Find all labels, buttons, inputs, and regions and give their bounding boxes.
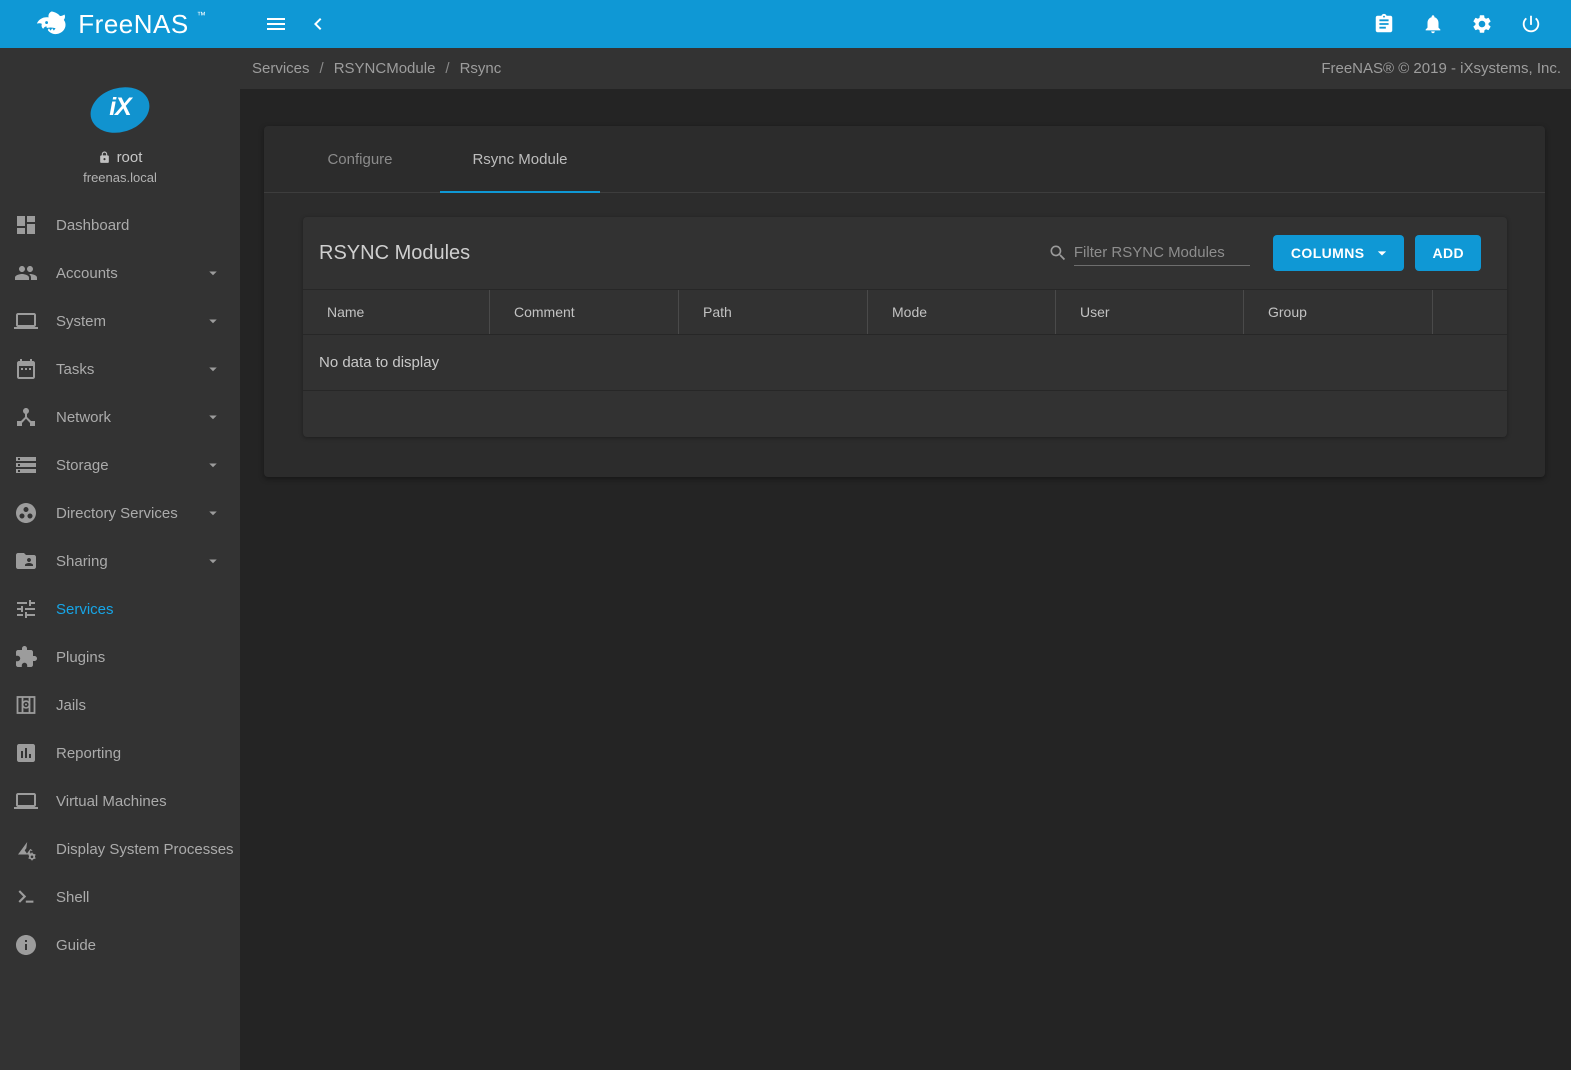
sidebar-item-accounts[interactable]: Accounts: [0, 249, 240, 297]
topbar: FreeNAS ™: [0, 0, 1571, 48]
table-empty-row: No data to display: [303, 335, 1507, 391]
lock-icon: [98, 151, 111, 164]
sidebar-item-storage[interactable]: Storage: [0, 441, 240, 489]
notifications-icon: [1422, 13, 1444, 35]
services-icon: [14, 597, 38, 621]
display-system-processes-icon: [14, 837, 38, 861]
calendar-icon: [14, 357, 38, 381]
user-name: root: [117, 149, 143, 166]
sidebar-item-jails[interactable]: Jails: [0, 681, 240, 729]
brand-text: FreeNAS: [78, 9, 188, 40]
column-header-actions: [1433, 290, 1507, 334]
chevron-down-icon: [204, 552, 222, 570]
breadcrumb-item-rsyncmodule[interactable]: RSYNCModule: [334, 60, 436, 77]
sidebar-item-system[interactable]: System: [0, 297, 240, 345]
settings-button[interactable]: [1470, 12, 1494, 36]
jails-icon: [14, 693, 38, 717]
sidebar-item-display-system-processes[interactable]: Display System Processes: [0, 825, 240, 873]
reporting-icon: [14, 741, 38, 765]
breadcrumb-bar: Services / RSYNCModule / Rsync FreeNAS® © 20…: [240, 48, 1571, 89]
sidebar-item-tasks[interactable]: Tasks: [0, 345, 240, 393]
sidebar-item-guide[interactable]: Guide: [0, 921, 240, 969]
sidebar-item-reporting[interactable]: Reporting: [0, 729, 240, 777]
dashboard-icon: [14, 213, 38, 237]
column-header-comment[interactable]: Comment: [490, 290, 679, 334]
freenas-logo[interactable]: FreeNAS ™: [0, 0, 240, 48]
menu-icon: [264, 12, 288, 36]
power-button[interactable]: [1519, 12, 1543, 36]
accounts-icon: [14, 261, 38, 285]
chevron-down-icon: [204, 456, 222, 474]
breadcrumb-separator: /: [320, 60, 324, 77]
chevron-left-icon: [306, 12, 330, 36]
power-icon: [1520, 13, 1542, 35]
system-icon: [14, 309, 38, 333]
sidebar-item-services[interactable]: Services: [0, 585, 240, 633]
directory-services-icon: [14, 501, 38, 525]
table-header-row: Name Comment Path Mode User Group: [303, 290, 1507, 335]
chevron-down-icon: [204, 360, 222, 378]
guide-icon: [14, 933, 38, 957]
empty-message: No data to display: [319, 354, 439, 371]
notifications-button[interactable]: [1421, 12, 1445, 36]
columns-button[interactable]: COLUMNS: [1273, 235, 1405, 271]
sidebar-item-shell[interactable]: Shell: [0, 873, 240, 921]
sidebar-item-sharing[interactable]: Sharing: [0, 537, 240, 585]
column-header-user[interactable]: User: [1056, 290, 1244, 334]
breadcrumb-item-rsync: Rsync: [460, 60, 502, 77]
breadcrumb-separator: /: [445, 60, 449, 77]
shell-icon: [14, 885, 38, 909]
chevron-down-icon: [204, 504, 222, 522]
sidebar-item-plugins[interactable]: Plugins: [0, 633, 240, 681]
add-button[interactable]: ADD: [1415, 235, 1481, 271]
sharing-icon: [14, 549, 38, 573]
rsync-modules-table: Name Comment Path Mode User Group No dat…: [303, 289, 1507, 437]
virtual-machines-icon: [14, 789, 38, 813]
tab-bar: Configure Rsync Module: [264, 126, 1545, 193]
task-manager-button[interactable]: [1372, 12, 1396, 36]
copyright-text: FreeNAS® © 2019 - iXsystems, Inc.: [1321, 60, 1561, 77]
rsync-modules-panel: RSYNC Modules COLUMNS: [303, 217, 1507, 437]
sidebar-item-virtual-machines[interactable]: Virtual Machines: [0, 777, 240, 825]
chevron-down-icon: [1372, 243, 1392, 263]
avatar: iX: [88, 86, 152, 136]
column-header-group[interactable]: Group: [1244, 290, 1433, 334]
chevron-down-icon: [204, 312, 222, 330]
sidebar-item-directory-services[interactable]: Directory Services: [0, 489, 240, 537]
main-content: Configure Rsync Module RSYNC Modules COL…: [240, 89, 1571, 1070]
sidebar-menu: Dashboard Accounts System Tasks Network …: [0, 201, 240, 969]
breadcrumb-item-services[interactable]: Services: [252, 60, 310, 77]
hostname: freenas.local: [0, 170, 240, 185]
network-icon: [14, 405, 38, 429]
chevron-down-icon: [204, 408, 222, 426]
storage-icon: [14, 453, 38, 477]
sidebar-item-network[interactable]: Network: [0, 393, 240, 441]
breadcrumb: Services / RSYNCModule / Rsync: [252, 60, 501, 77]
settings-icon: [1471, 13, 1493, 35]
tab-rsync-module[interactable]: Rsync Module: [440, 126, 600, 192]
filter-input[interactable]: [1074, 240, 1250, 266]
sidebar-item-dashboard[interactable]: Dashboard: [0, 201, 240, 249]
column-header-name[interactable]: Name: [303, 290, 490, 334]
menu-button[interactable]: [256, 4, 296, 44]
rsync-card: Configure Rsync Module RSYNC Modules COL…: [264, 126, 1545, 477]
search-icon: [1048, 243, 1068, 263]
plugins-icon: [14, 645, 38, 669]
column-header-mode[interactable]: Mode: [868, 290, 1056, 334]
freenas-shark-icon: [35, 9, 71, 39]
sidebar: iX root freenas.local Dashboard Accounts…: [0, 48, 240, 1070]
chevron-left-button[interactable]: [298, 4, 338, 44]
brand-trademark: ™: [197, 10, 206, 20]
panel-title: RSYNC Modules: [319, 242, 470, 265]
task-manager-icon: [1373, 13, 1395, 35]
tab-configure[interactable]: Configure: [280, 126, 440, 192]
user-card: iX root freenas.local: [0, 48, 240, 185]
column-header-path[interactable]: Path: [679, 290, 868, 334]
chevron-down-icon: [204, 264, 222, 282]
table-footer: [303, 391, 1507, 437]
